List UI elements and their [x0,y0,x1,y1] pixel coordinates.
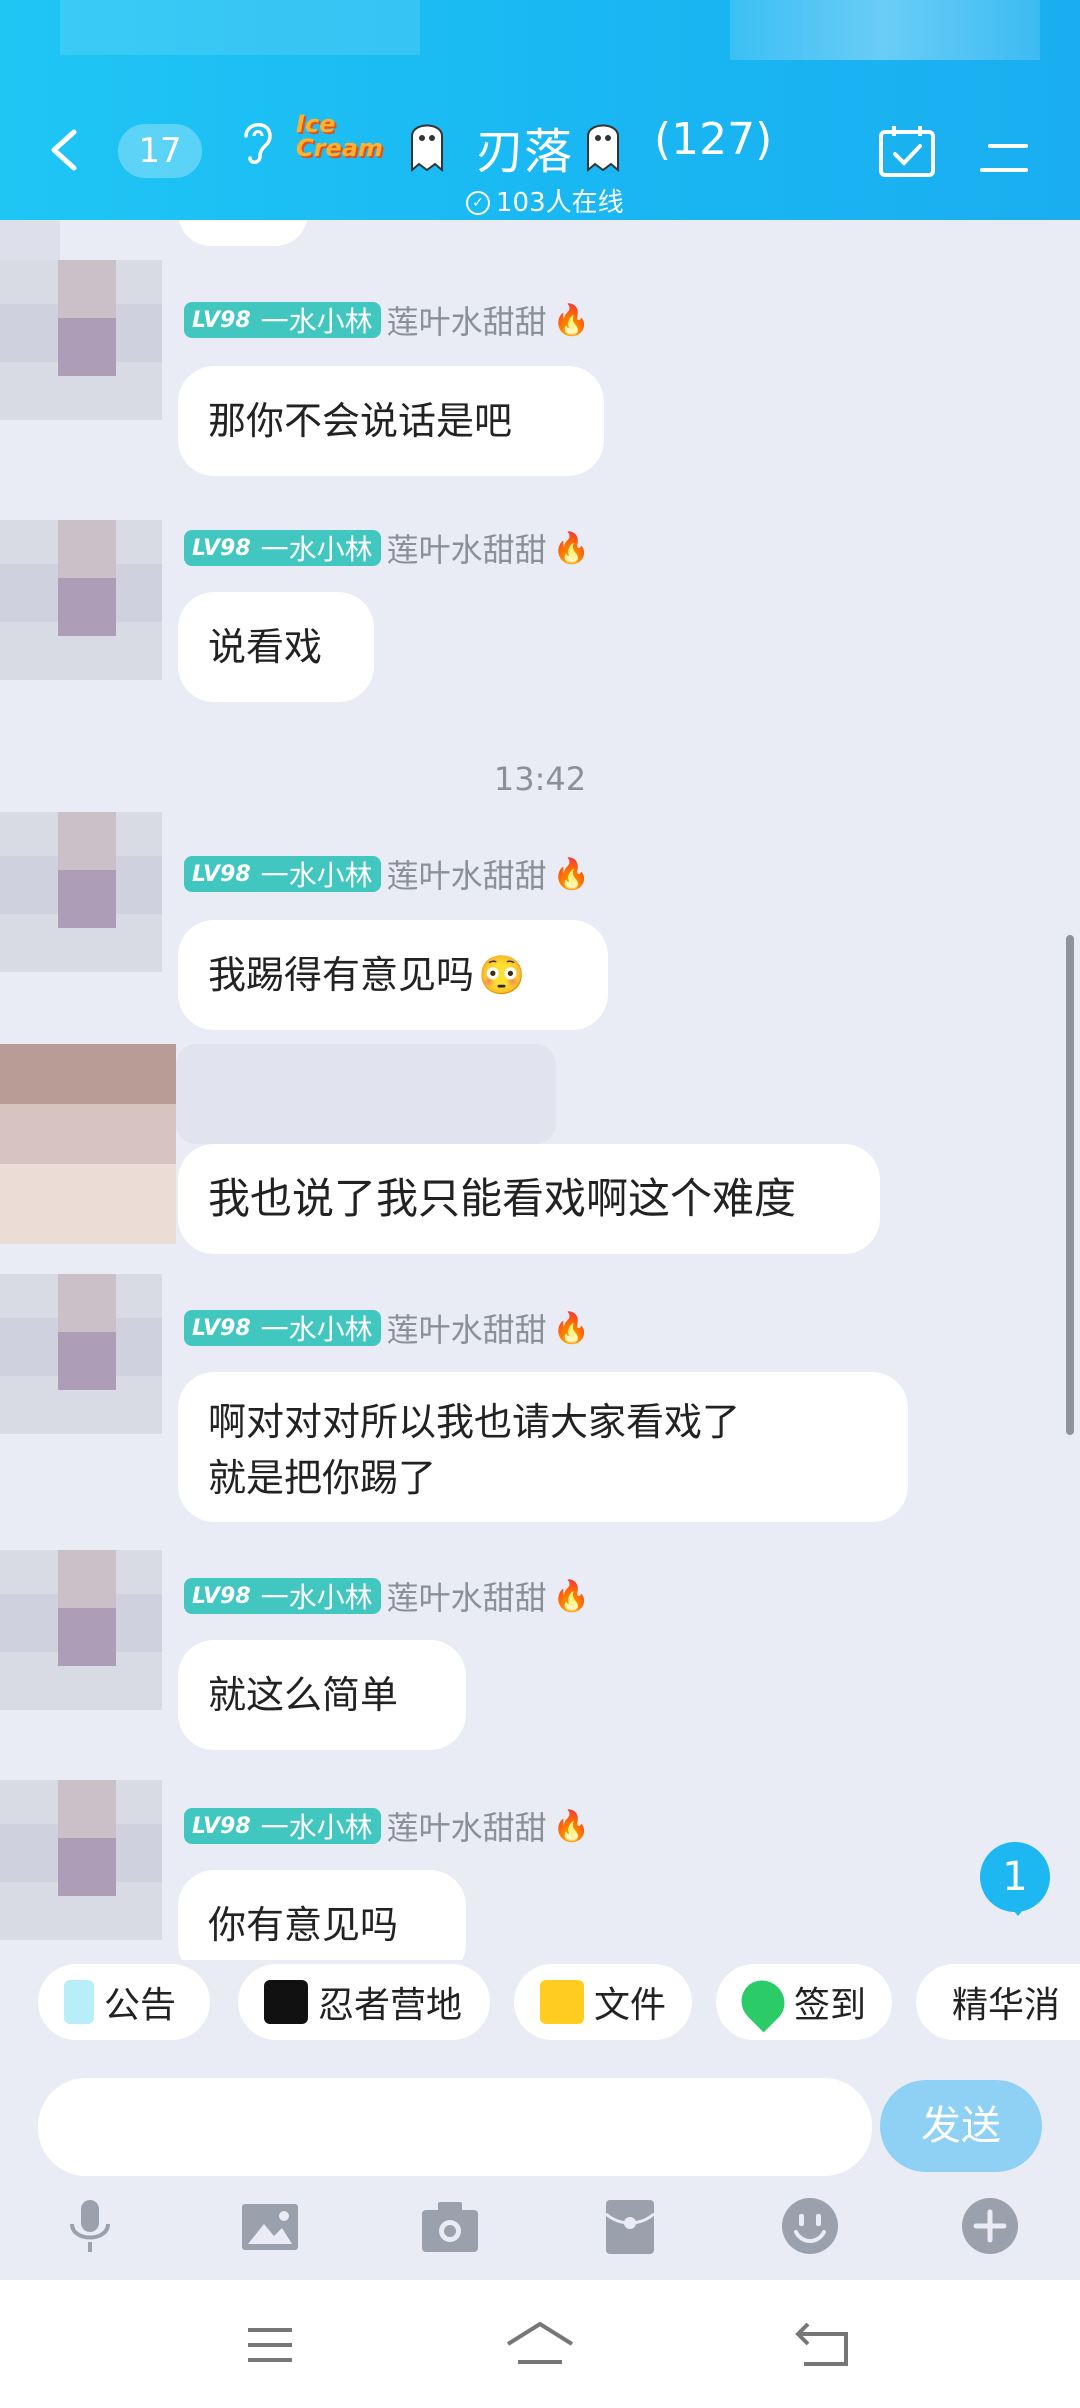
message-line: 就是把你踢了 [208,1456,437,1500]
calendar-check-icon[interactable] [878,124,936,178]
avatar-partial [0,220,60,260]
announcement-chip[interactable]: 公告 [38,1964,210,2040]
level-badge: LV98 一水小林 [184,302,381,338]
ghost-icon [411,124,443,172]
status-bar-blur [60,0,420,55]
sender-name[interactable]: 莲叶水甜甜 [387,1305,547,1351]
member-count: (127) [654,114,773,165]
message-bubble[interactable]: 说看戏 [178,592,374,702]
avatar[interactable] [0,520,162,680]
chip-label: 文件 [593,1985,666,2026]
avatar[interactable] [0,260,162,420]
sender-line: LV98 一水小林 莲叶水甜甜 🔥 [184,1803,591,1849]
avatar[interactable] [0,1274,162,1434]
sender-line: LV98 一水小林 莲叶水甜甜 🔥 [184,297,591,343]
fire-icon: 🔥 [552,302,591,338]
red-packet-icon[interactable] [600,2196,660,2256]
avatar[interactable] [0,1044,176,1244]
message-line: 啊对对对所以我也请大家看戏了 [208,1400,741,1444]
message-bubble[interactable]: 就这么简单 [178,1640,466,1750]
image-icon[interactable] [240,2196,300,2256]
system-nav-bar [0,2280,1080,2408]
message-bubble[interactable]: 我也说了我只能看戏啊这个难度 [178,1144,880,1254]
check-circle-icon: ✓ [466,191,490,215]
message-bubble-partial[interactable] [178,220,308,246]
scrollbar[interactable] [1066,935,1074,1435]
shocked-emoji-icon: 😳 [478,953,526,997]
message-list[interactable]: LV98 一水小林 莲叶水甜甜 🔥 那你不会说话是吧 LV98 一水小林 莲叶水甜甜… [0,220,1080,1960]
plus-icon[interactable] [960,2196,1020,2256]
level-badge: LV98 一水小林 [184,856,381,892]
back-icon[interactable] [48,128,80,172]
sender-line: LV98 一水小林 莲叶水甜甜 🔥 [184,525,591,571]
checkin-icon [732,1971,794,2033]
ninja-camp-chip[interactable]: 忍者营地 [238,1964,490,2040]
message-input[interactable] [38,2078,872,2176]
menu-icon[interactable] [980,140,1028,176]
sender-line: LV98 一水小林 莲叶水甜甜 🔥 [184,1305,591,1351]
essence-chip[interactable]: 精华消 [916,1964,1080,2040]
status-bar-blur-right [730,0,1040,60]
ear-icon[interactable] [238,116,278,168]
level-badge: LV98 一水小林 [184,1808,381,1844]
ninja-camp-icon [264,1980,308,2024]
chip-label: 签到 [793,1985,866,2026]
fire-icon: 🔥 [552,530,591,566]
avatar[interactable] [0,1780,162,1940]
new-message-badge[interactable]: 1 [980,1842,1050,1916]
ice-cream-logo: Ice Cream [296,110,383,162]
quick-toolbar: 公告 忍者营地 文件 签到 精华消 [0,1960,1080,2044]
sender-line: LV98 一水小林 莲叶水甜甜 🔥 [184,851,591,897]
sender-name[interactable]: 莲叶水甜甜 [387,525,547,571]
chip-label: 公告 [104,1985,177,2026]
online-count-text: 103人在线 [496,188,624,218]
message-bubble[interactable]: 啊对对对所以我也请大家看戏了 就是把你踢了 [178,1372,908,1522]
unread-count-badge[interactable]: 17 [118,124,202,178]
nav-back-icon[interactable] [794,2320,854,2370]
files-chip[interactable]: 文件 [514,1964,692,2040]
level-badge: LV98 一水小林 [184,1310,381,1346]
emoji-icon[interactable] [780,2196,840,2256]
camera-icon[interactable] [420,2196,480,2256]
nav-home-icon[interactable] [504,2320,576,2370]
send-button[interactable]: 发送 [880,2080,1042,2172]
timestamp: 13:42 [493,760,587,798]
avatar[interactable] [0,812,162,972]
fire-icon: 🔥 [552,1808,591,1844]
sender-name[interactable]: 莲叶水甜甜 [387,1803,547,1849]
message-bubble[interactable]: 那你不会说话是吧 [178,366,604,476]
fire-icon: 🔥 [552,1310,591,1346]
sender-name[interactable]: 莲叶水甜甜 [387,851,547,897]
level-badge: LV98 一水小林 [184,1578,381,1614]
announcement-icon [64,1980,94,2024]
chat-header: 17 Ice Cream 刃落 (127) ✓ 103人在线 [0,0,1080,220]
message-bubble[interactable]: 你有意见吗 [178,1870,466,1960]
sender-line: LV98 一水小林 莲叶水甜甜 🔥 [184,1573,591,1619]
chip-label: 精华消 [952,1985,1061,2026]
sender-name[interactable]: 莲叶水甜甜 [387,297,547,343]
level-badge: LV98 一水小林 [184,530,381,566]
ghost-icon [587,124,619,172]
checkin-chip[interactable]: 签到 [716,1964,892,2040]
nav-menu-icon[interactable] [240,2320,300,2370]
group-name[interactable]: 刃落 [476,122,572,182]
folder-icon [540,1980,584,2024]
chip-label: 忍者营地 [318,1985,463,2026]
mic-icon[interactable] [60,2196,120,2256]
avatar[interactable] [0,1550,162,1710]
sender-name[interactable]: 莲叶水甜甜 [387,1573,547,1619]
online-status: ✓ 103人在线 [466,186,624,220]
fire-icon: 🔥 [552,1578,591,1614]
blurred-sender-line [176,1044,556,1144]
message-bubble[interactable]: 我踢得有意见吗 😳 [178,920,608,1030]
fire-icon: 🔥 [552,856,591,892]
